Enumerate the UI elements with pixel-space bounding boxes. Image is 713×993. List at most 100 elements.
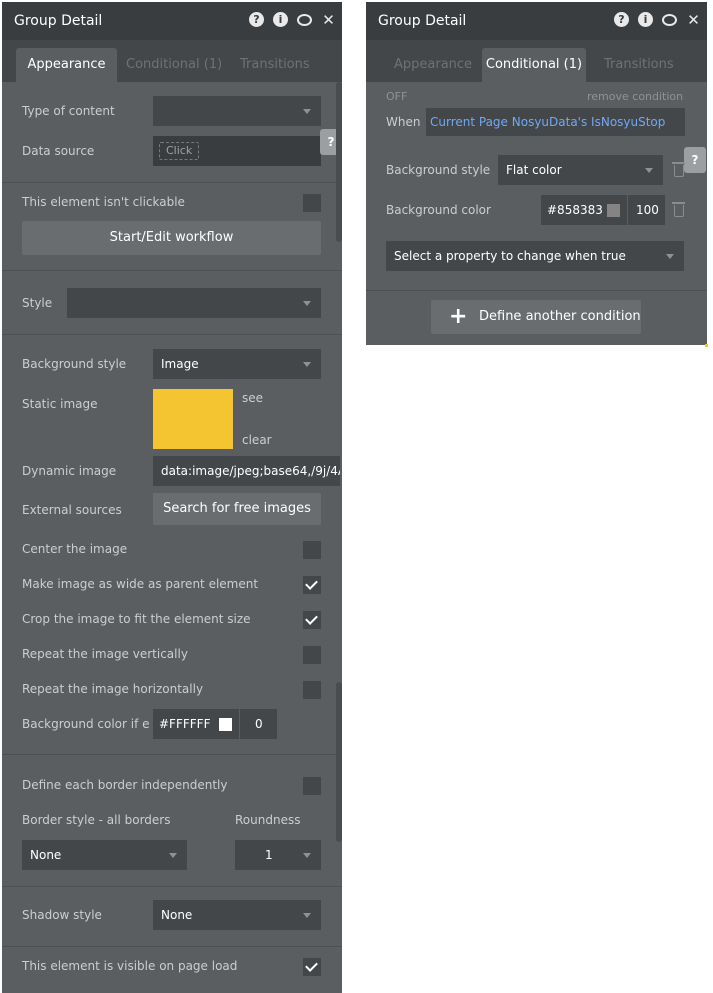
repeat-horizontal-label: Repeat the image horizontally [22,682,204,696]
tab-appearance[interactable]: Appearance [382,48,484,82]
trash-icon[interactable] [672,202,685,217]
title-icons: ? i ✕ [614,11,701,29]
data-source-chip[interactable]: Click [159,142,200,160]
center-image-checkbox[interactable] [303,541,321,559]
border-style-dropdown[interactable]: None [22,840,187,870]
scrollbar-track[interactable] [336,82,342,242]
chevron-down-icon [666,254,674,259]
bg-color-empty-label: Background color if e [22,717,150,731]
comment-icon[interactable] [297,12,312,27]
tab-conditional[interactable]: Conditional (1) [482,48,586,82]
wide-image-label: Make image as wide as parent element [22,577,259,591]
right-group-panel: Group Detail ? i ✕ Appearance Conditiona… [366,2,707,345]
wide-image-checkbox[interactable] [303,576,321,594]
divider [2,886,342,887]
type-of-content-dropdown[interactable] [153,96,321,126]
repeat-horizontal-checkbox[interactable] [303,681,321,699]
tab-transitions[interactable]: Transitions [228,48,322,82]
when-label: When [386,115,421,129]
cond-background-color-label: Background color [386,203,491,217]
chevron-down-icon [303,362,311,367]
panel-titlebar: Group Detail ? i ✕ [366,2,707,40]
search-free-images-button[interactable]: Search for free images [153,493,321,525]
tab-conditional[interactable]: Conditional (1) [114,48,234,82]
help-icon[interactable]: ? [614,12,629,27]
bg-color-empty-hex: #FFFFFF [159,717,211,731]
visible-on-load-label: This element is visible on page load [22,959,238,973]
start-edit-workflow-button[interactable]: Start/Edit workflow [22,221,321,255]
background-style-dropdown[interactable]: Image [153,349,321,379]
divider [366,290,707,291]
tab-appearance[interactable]: Appearance [16,48,117,82]
select-property-dropdown[interactable]: Select a property to change when true [386,241,684,271]
divider [2,946,342,947]
visible-on-load-checkbox[interactable] [303,958,321,976]
not-clickable-checkbox[interactable] [303,194,321,212]
cond-bg-color-hex: #858383 [547,203,603,217]
color-swatch[interactable] [607,204,620,217]
panel-title: Group Detail [14,13,103,29]
static-image-label: Static image [22,397,98,411]
plus-icon: + [449,304,468,329]
chevron-down-icon [169,853,177,858]
clear-link[interactable]: clear [242,433,272,447]
scrollbar-track[interactable] [336,682,342,842]
divider [2,334,342,335]
trash-icon[interactable] [672,162,685,177]
panel-titlebar: Group Detail ? i ✕ [2,2,342,40]
left-group-panel: Group Detail ? i ✕ Appearance Conditiona… [2,2,342,993]
bg-color-empty-picker[interactable]: #FFFFFF 0 [153,709,277,739]
chevron-down-icon [303,109,311,114]
chevron-down-icon [303,301,311,306]
cond-background-style-dropdown[interactable]: Flat color [498,155,663,185]
bg-color-empty-opacity[interactable]: 0 [255,709,263,739]
roundness-label: Roundness [235,813,301,827]
cond-background-color-picker[interactable]: #858383 100 [541,195,665,225]
style-dropdown[interactable] [67,288,321,318]
static-image-preview[interactable] [153,389,233,449]
see-link[interactable]: see [242,391,263,405]
crop-image-label: Crop the image to fit the element size [22,612,251,626]
panel-title: Group Detail [378,13,467,29]
close-icon[interactable]: ✕ [321,11,336,29]
type-of-content-label: Type of content [22,104,115,118]
help-tab[interactable]: ? [684,147,706,173]
data-source-label: Data source [22,144,95,158]
remove-condition-link[interactable]: remove condition [587,90,683,103]
dynamic-image-label: Dynamic image [22,464,117,478]
when-expression[interactable]: Current Page NosyuData's IsNosyuStop [426,108,685,136]
cond-bg-color-opacity[interactable]: 100 [636,195,659,225]
help-icon[interactable]: ? [249,12,264,27]
cond-background-style-label: Background style [386,163,491,177]
close-icon[interactable]: ✕ [686,11,701,29]
info-icon[interactable]: i [638,12,653,27]
border-independent-label: Define each border independently [22,778,228,792]
dynamic-image-input[interactable]: data:image/jpeg;base64,/9j/4AA [153,456,340,486]
border-style-label: Border style - all borders [22,813,171,827]
shadow-style-dropdown[interactable]: None [153,900,321,930]
title-icons: ? i ✕ [249,11,336,29]
repeat-vertical-checkbox[interactable] [303,646,321,664]
tab-bar: Appearance Conditional (1) Transitions [2,40,342,82]
canvas-edge [705,344,708,347]
border-independent-checkbox[interactable] [303,777,321,795]
color-swatch[interactable] [219,718,232,731]
divider [2,754,342,755]
not-clickable-label: This element isn't clickable [22,195,185,209]
define-another-condition-button[interactable]: + Define another condition [431,300,641,334]
condition-off-toggle[interactable]: OFF [386,90,407,103]
repeat-vertical-label: Repeat the image vertically [22,647,188,661]
chevron-down-icon [303,853,311,858]
crop-image-checkbox[interactable] [303,611,321,629]
comment-icon[interactable] [662,12,677,27]
style-label: Style [22,296,53,310]
info-icon[interactable]: i [273,12,288,27]
chevron-down-icon [303,913,311,918]
roundness-dropdown[interactable]: 1 [235,840,321,870]
shadow-style-label: Shadow style [22,908,102,922]
tab-transitions[interactable]: Transitions [592,48,686,82]
center-image-label: Center the image [22,542,128,556]
divider [2,182,342,183]
tab-bar: Appearance Conditional (1) Transitions [366,40,707,82]
background-style-label: Background style [22,357,127,371]
